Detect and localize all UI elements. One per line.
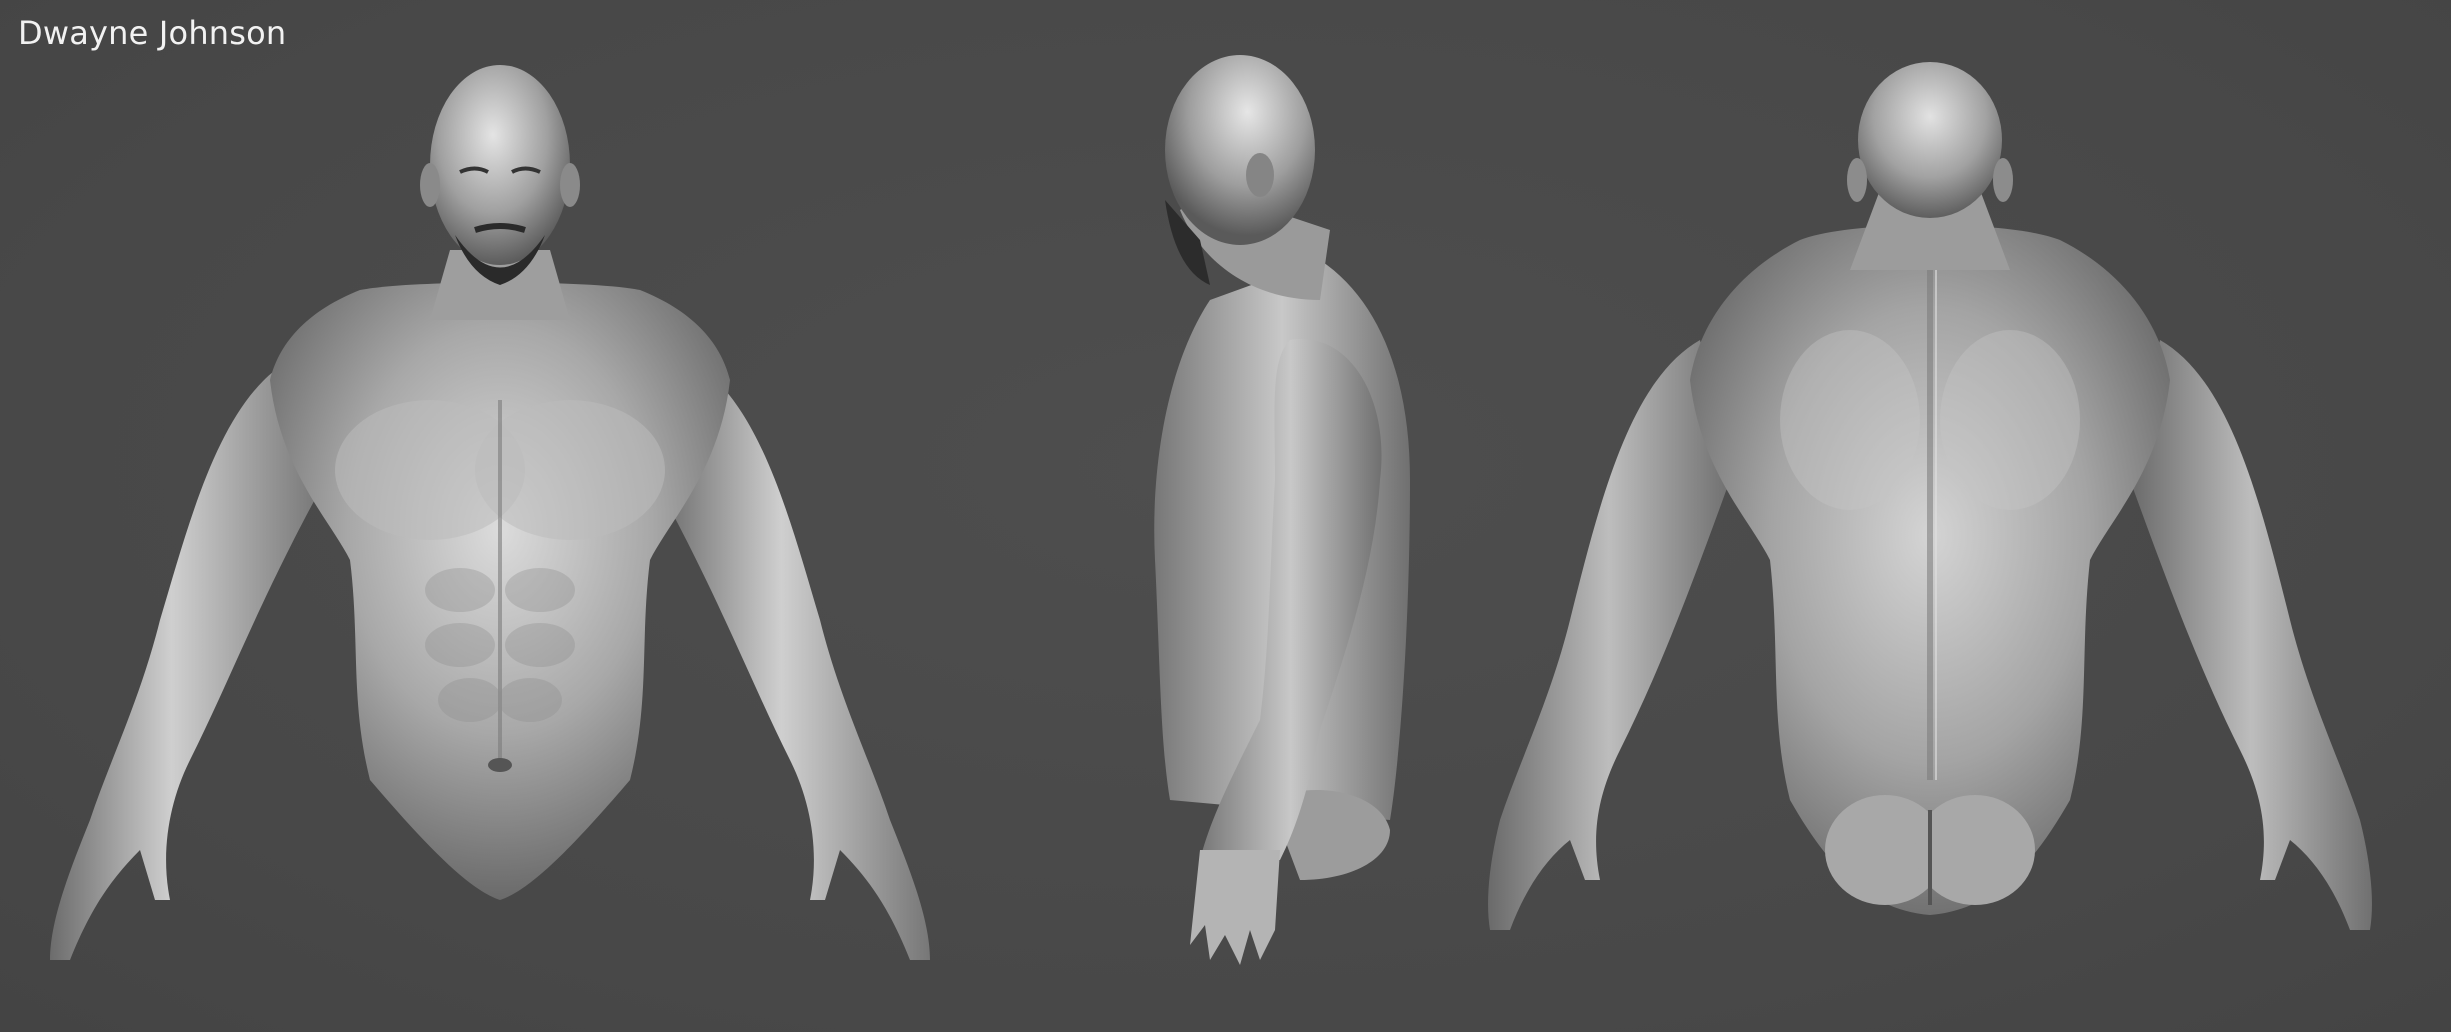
front-view-sculpt	[50, 65, 930, 960]
side-view-sculpt	[1154, 55, 1410, 965]
viewport-canvas: Dwayne Johnson	[0, 0, 2451, 1032]
back-view-sculpt	[1488, 62, 2372, 930]
